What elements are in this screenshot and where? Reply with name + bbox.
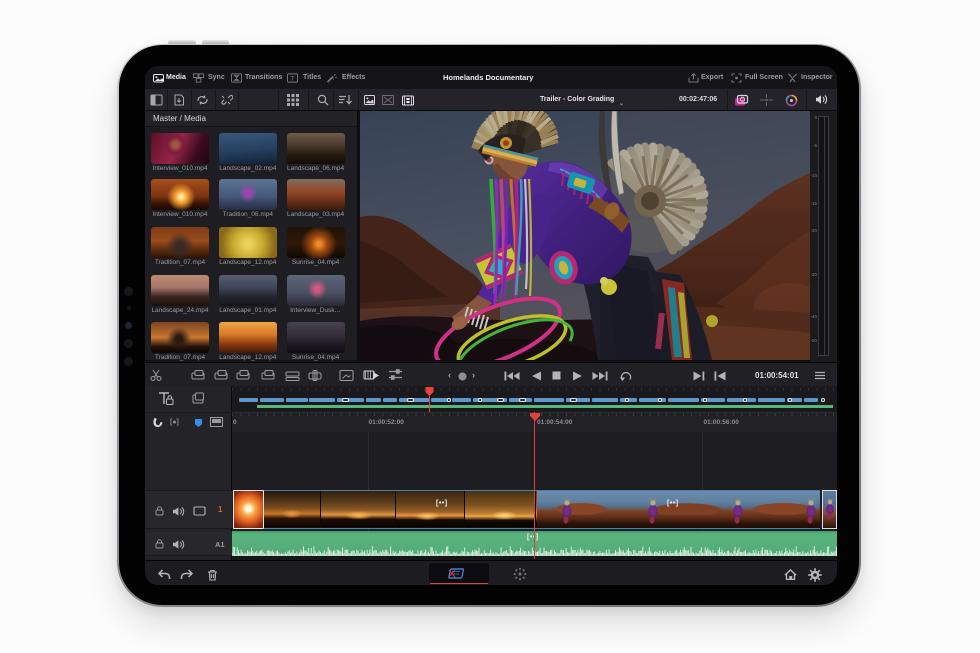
svg-text:T: T [291, 75, 295, 82]
